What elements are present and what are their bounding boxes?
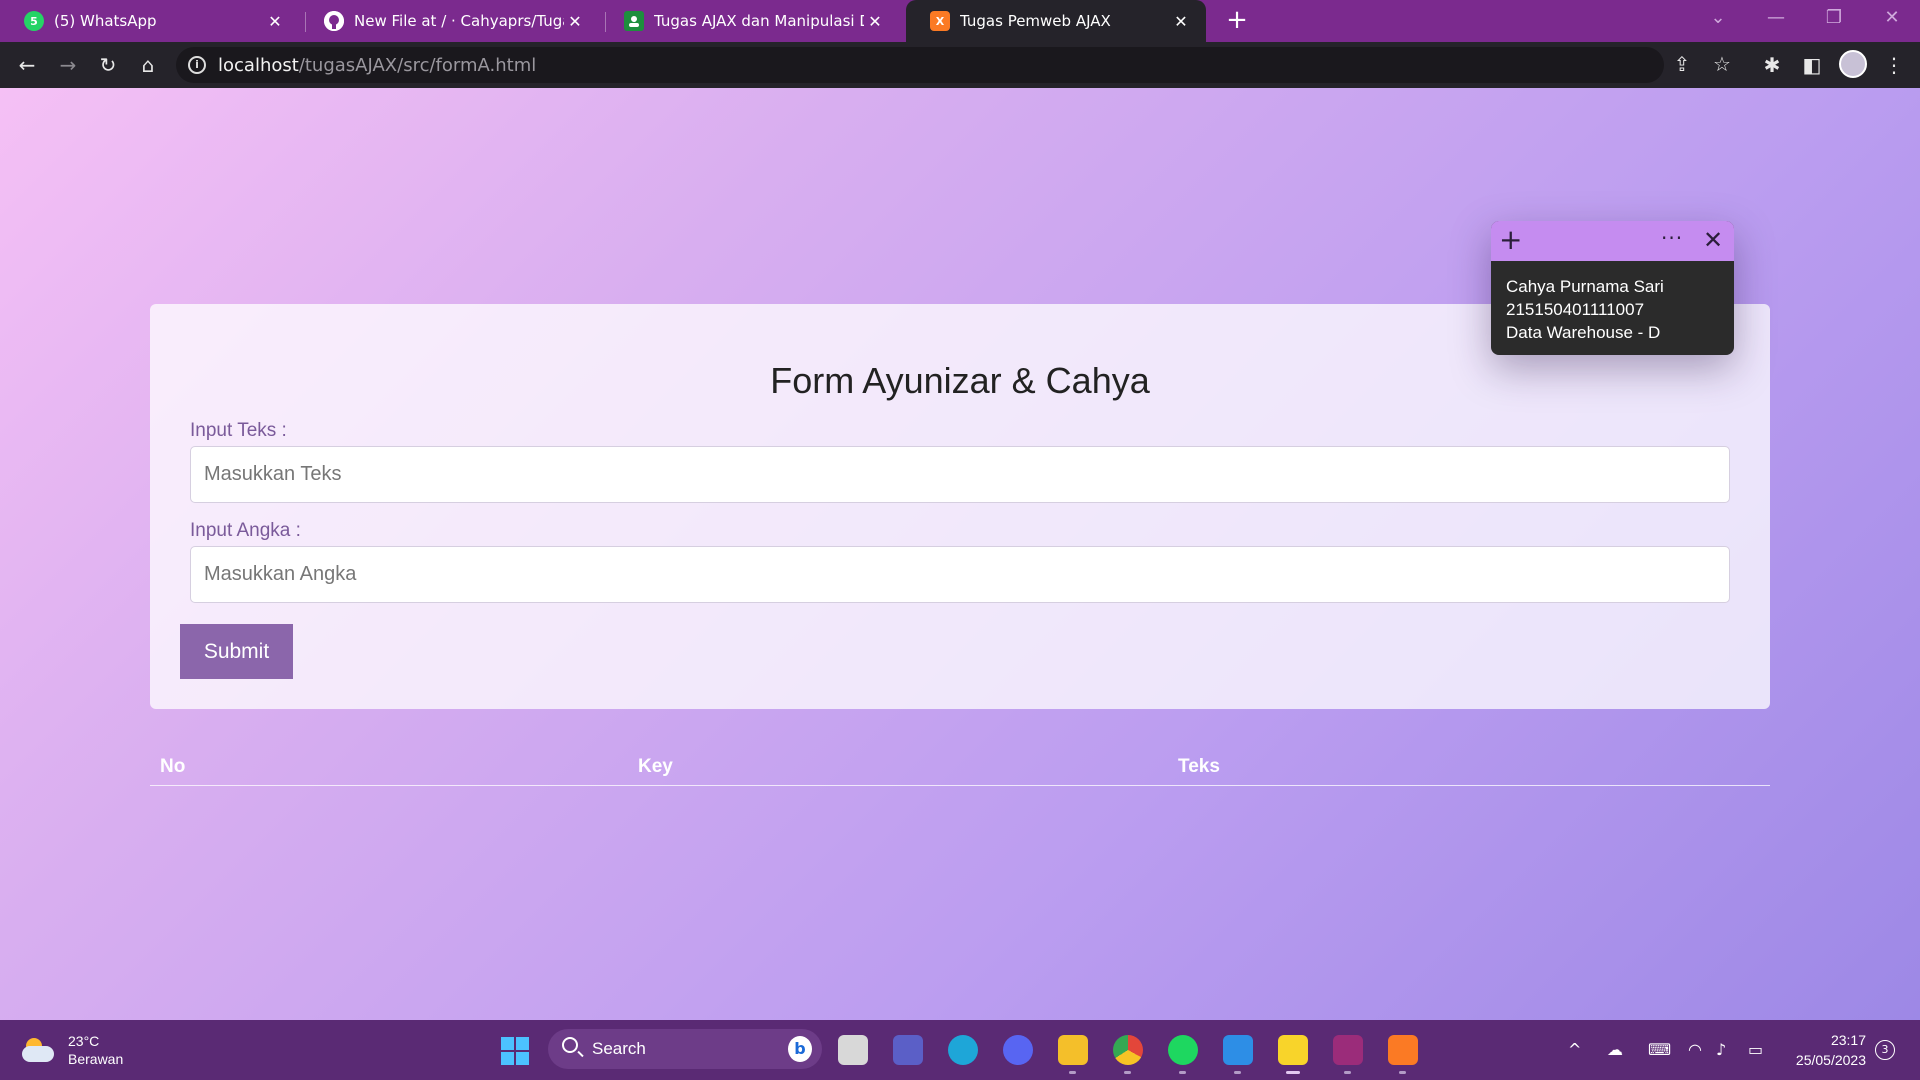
more-options-icon[interactable]: ··· <box>1661 226 1683 250</box>
tab-search-icon[interactable]: ⌄ <box>1690 0 1746 38</box>
wifi-icon[interactable]: ◠ <box>1688 1040 1702 1059</box>
running-indicator <box>1124 1071 1131 1074</box>
search-label: Search <box>592 1039 646 1058</box>
column-header-key: Key <box>638 756 673 777</box>
running-indicator <box>1234 1071 1241 1074</box>
tab-whatsapp[interactable]: 5 (5) WhatsApp ✕ <box>0 0 300 42</box>
note-line: 215150401111007 <box>1506 300 1645 319</box>
close-tab-icon[interactable]: ✕ <box>264 12 286 31</box>
active-indicator <box>1286 1071 1300 1074</box>
page-viewport: Form Ayunizar & Cahya Input Teks : Input… <box>0 88 1920 1020</box>
chevron-up-icon[interactable]: ^ <box>1568 1040 1581 1059</box>
close-tab-icon[interactable]: ✕ <box>564 12 586 31</box>
home-icon[interactable]: ⌂ <box>134 51 162 79</box>
notification-badge[interactable]: 3 <box>1875 1040 1895 1060</box>
extensions-icon[interactable]: ✱ <box>1758 51 1786 79</box>
winrar-icon[interactable] <box>1333 1035 1363 1065</box>
text-input[interactable] <box>190 446 1730 503</box>
url-path: /tugasAJAX/src/formA.html <box>298 55 537 76</box>
github-icon <box>324 11 344 31</box>
onedrive-cloud-icon[interactable]: ☁ <box>1607 1040 1623 1059</box>
new-tab-button[interactable]: + <box>1222 6 1252 36</box>
column-header-teks: Teks <box>1178 756 1220 777</box>
file-explorer-icon[interactable] <box>1058 1035 1088 1065</box>
close-tab-icon[interactable]: ✕ <box>864 12 886 31</box>
running-indicator <box>1179 1071 1186 1074</box>
note-line: Cahya Purnama Sari <box>1506 277 1664 296</box>
share-icon[interactable]: ⇪ <box>1668 50 1696 78</box>
text-input-label: Input Teks : <box>190 420 287 441</box>
bookmark-star-icon[interactable]: ☆ <box>1708 50 1736 78</box>
search-icon <box>562 1037 578 1053</box>
whatsapp-icon: 5 <box>24 11 44 31</box>
profile-avatar[interactable] <box>1839 50 1867 78</box>
running-indicator <box>1399 1071 1406 1074</box>
clock-date: 25/05/2023 <box>1795 1052 1866 1068</box>
url-text[interactable]: localhost/tugasAJAX/src/formA.html <box>218 55 536 76</box>
close-window-button[interactable]: ✕ <box>1864 0 1920 38</box>
weather-desc: Berawan <box>68 1051 124 1067</box>
weather-temp: 23°C <box>68 1033 100 1049</box>
tab-title: New File at / · Cahyaprs/Tugas-Pe <box>354 12 564 30</box>
bing-icon[interactable]: b <box>788 1036 812 1062</box>
keyboard-icon[interactable]: ⌨ <box>1648 1040 1671 1059</box>
menu-icon[interactable]: ⋮ <box>1880 51 1908 79</box>
sticky-note[interactable]: + ··· ✕ Cahya Purnama Sari 2151504011110… <box>1491 221 1734 355</box>
spotify-icon[interactable] <box>1168 1035 1198 1065</box>
tab-title: (5) WhatsApp <box>54 12 157 30</box>
running-indicator <box>1069 1071 1076 1074</box>
discord-icon[interactable] <box>1003 1035 1033 1065</box>
address-bar[interactable]: i localhost/tugasAJAX/src/formA.html ⇪ ☆ <box>176 47 1731 83</box>
browser-toolbar: ← → ↻ ⌂ i localhost/tugasAJAX/src/formA.… <box>0 42 1920 88</box>
sticky-note-titlebar[interactable]: + ··· ✕ <box>1491 221 1734 261</box>
tab-strip: 5 (5) WhatsApp ✕ New File at / · Cahyapr… <box>0 0 1920 42</box>
taskbar-search[interactable]: Search b <box>548 1029 822 1069</box>
url-host: localhost <box>218 55 299 76</box>
weather-widget[interactable]: 23°C Berawan <box>22 1032 123 1068</box>
partly-cloudy-icon <box>22 1038 56 1062</box>
chrome-icon[interactable] <box>1113 1035 1143 1065</box>
weather-text: 23°C Berawan <box>68 1032 123 1068</box>
edge-icon[interactable] <box>948 1035 978 1065</box>
tab-title: Tugas AJAX dan Manipulasi DOM <box>654 12 864 30</box>
xampp-icon[interactable] <box>1388 1035 1418 1065</box>
taskbar: 23°C Berawan Search b ^ ☁ ⌨ ◠ ♪ ▭ 23:17 … <box>0 1020 1920 1080</box>
windows-start-icon[interactable] <box>501 1037 529 1065</box>
vscode-icon[interactable] <box>1223 1035 1253 1065</box>
add-note-icon[interactable]: + <box>1499 225 1522 255</box>
submit-button[interactable]: Submit <box>180 624 293 679</box>
forward-icon[interactable]: → <box>54 51 82 79</box>
clock-time: 23:17 <box>1830 1032 1866 1048</box>
side-panel-icon[interactable]: ◧ <box>1798 51 1826 79</box>
column-header-no: No <box>160 756 186 777</box>
clock[interactable]: 23:17 25/05/2023 <box>1784 1030 1866 1070</box>
tab-classroom[interactable]: Tugas AJAX dan Manipulasi DOM ✕ <box>600 0 900 42</box>
volume-icon[interactable]: ♪ <box>1716 1040 1726 1059</box>
battery-icon[interactable]: ▭ <box>1748 1040 1763 1059</box>
form-card: Form Ayunizar & Cahya Input Teks : Input… <box>150 304 1770 709</box>
xampp-icon: X <box>930 11 950 31</box>
form-title: Form Ayunizar & Cahya <box>770 360 1150 401</box>
data-table-header: No Key Teks <box>150 746 1770 786</box>
close-tab-icon[interactable]: ✕ <box>1170 12 1192 31</box>
tab-pemweb-ajax[interactable]: X Tugas Pemweb AJAX ✕ <box>906 0 1206 42</box>
classroom-icon <box>624 11 644 31</box>
sticky-note-body[interactable]: Cahya Purnama Sari 215150401111007 Data … <box>1491 261 1734 355</box>
note-line: Data Warehouse - D <box>1506 323 1661 342</box>
number-input-label: Input Angka : <box>190 520 301 541</box>
task-view-icon[interactable] <box>838 1035 868 1065</box>
reload-icon[interactable]: ↻ <box>94 51 122 79</box>
restore-button[interactable]: ❐ <box>1806 0 1862 38</box>
site-info-icon[interactable]: i <box>188 56 206 74</box>
tab-github[interactable]: New File at / · Cahyaprs/Tugas-Pe ✕ <box>300 0 600 42</box>
running-indicator <box>1344 1071 1351 1074</box>
meet-icon[interactable] <box>893 1035 923 1065</box>
tab-title: Tugas Pemweb AJAX <box>960 12 1111 30</box>
number-input[interactable] <box>190 546 1730 603</box>
minimize-button[interactable]: — <box>1748 0 1804 38</box>
back-icon[interactable]: ← <box>13 51 41 79</box>
sticky-notes-icon[interactable] <box>1278 1035 1308 1065</box>
close-icon[interactable]: ✕ <box>1703 226 1723 254</box>
